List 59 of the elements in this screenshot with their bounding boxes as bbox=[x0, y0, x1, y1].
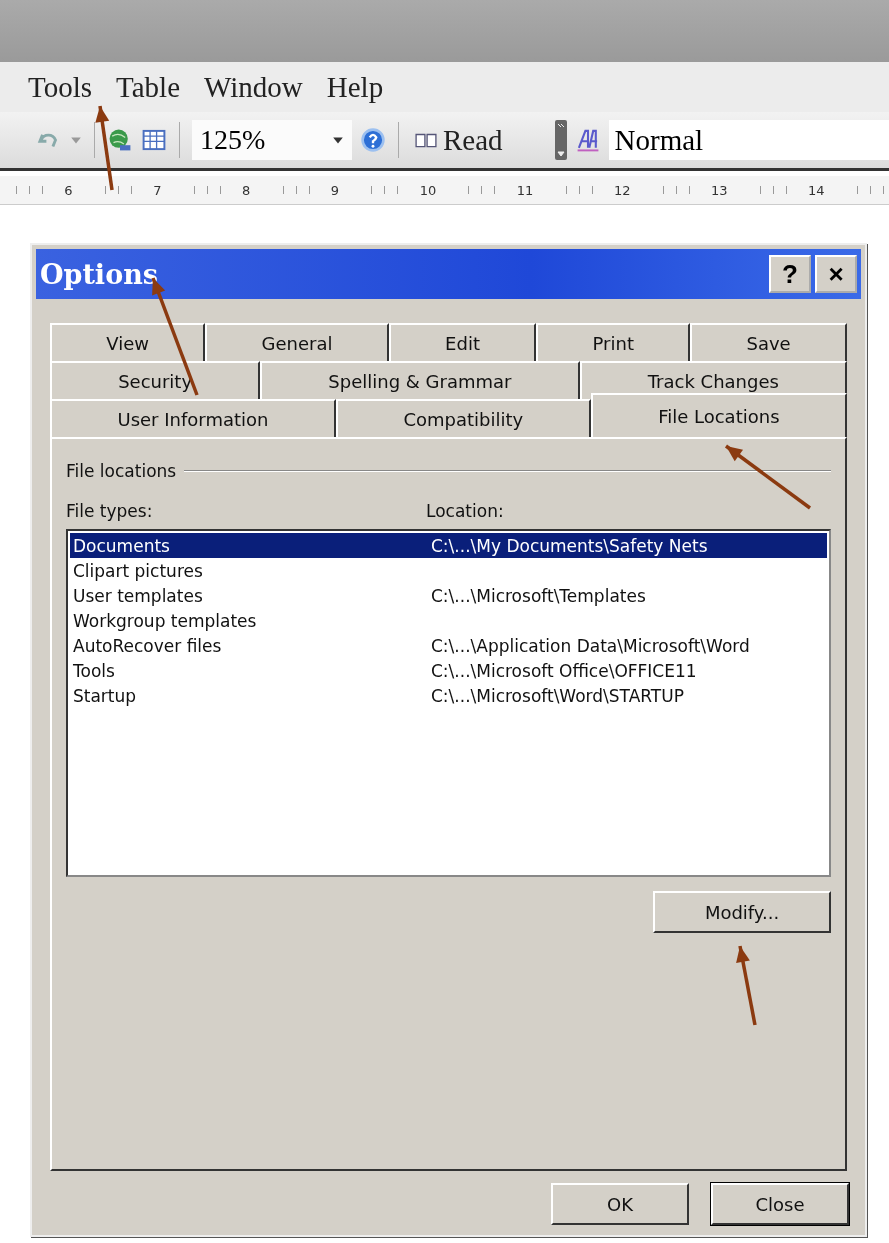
list-row[interactable]: AutoRecover files C:\...\Application Data\Microsoft\Word bbox=[70, 633, 827, 658]
file-location: C:\...\Microsoft\Word\STARTUP bbox=[431, 685, 684, 706]
tab[interactable]: Save bbox=[690, 323, 847, 361]
list-row[interactable]: Clipart pictures bbox=[70, 558, 827, 583]
modify-button[interactable]: Modify... bbox=[653, 891, 831, 933]
tab[interactable]: View bbox=[50, 323, 206, 361]
ruler-number: 7 bbox=[153, 182, 162, 198]
file-type: Workgroup templates bbox=[72, 610, 258, 631]
title-bar-button[interactable]: ? bbox=[769, 255, 811, 293]
window-title: Options bbox=[40, 258, 159, 290]
zoom-dropdown[interactable]: 125% bbox=[192, 120, 352, 160]
list-row[interactable]: Workgroup templates bbox=[70, 608, 827, 633]
read-button[interactable]: Read bbox=[411, 123, 507, 157]
ruler-number: 9 bbox=[330, 182, 340, 198]
title-bar-button[interactable]: × bbox=[815, 255, 857, 293]
file-type: AutoRecover files bbox=[72, 635, 223, 656]
ruler-number: 10 bbox=[419, 182, 437, 198]
file-location: C:\...\Microsoft\Templates bbox=[431, 585, 646, 606]
tab[interactable]: File Locations bbox=[590, 393, 847, 437]
menu-item[interactable]: Tools bbox=[28, 72, 93, 102]
file-type: Tools bbox=[72, 660, 116, 681]
file-type: Documents bbox=[72, 535, 171, 556]
ruler-number: 14 bbox=[808, 182, 825, 198]
table-icon bbox=[141, 127, 167, 153]
ruler-number: 6 bbox=[64, 182, 73, 198]
file-location: C:\...\My Documents\Safety Nets bbox=[431, 535, 708, 556]
column-header: File types: bbox=[66, 501, 154, 521]
file-type: Startup bbox=[72, 685, 138, 706]
tab[interactable]: User Information bbox=[50, 399, 336, 437]
ruler-number: 8 bbox=[241, 182, 251, 198]
tab[interactable]: Edit bbox=[388, 323, 537, 361]
file-type: User templates bbox=[72, 585, 204, 606]
help-icon bbox=[360, 127, 386, 153]
tab[interactable]: Compatibility bbox=[335, 399, 591, 437]
dialog-button[interactable]: OK bbox=[551, 1183, 689, 1225]
list-row[interactable]: User templates C:\...\Microsoft\Templates bbox=[70, 583, 827, 608]
ruler-number: 13 bbox=[711, 182, 728, 198]
tab[interactable]: Spelling & Grammar bbox=[260, 361, 580, 399]
ruler-number: 11 bbox=[516, 182, 534, 198]
file-location: C:\...\Application Data\Microsoft\Word bbox=[431, 635, 750, 656]
globe-icon bbox=[107, 127, 133, 153]
list-row[interactable]: Startup C:\...\Microsoft\Word\STARTUP bbox=[70, 683, 827, 708]
column-header: Location: bbox=[426, 501, 504, 521]
file-location: C:\...\Microsoft Office\OFFICE11 bbox=[431, 660, 697, 681]
ruler-number: 12 bbox=[613, 182, 631, 198]
dialog-button[interactable]: Close bbox=[711, 1183, 849, 1225]
toolbar-grip-icon bbox=[554, 118, 567, 162]
file-type: Clipart pictures bbox=[72, 560, 204, 581]
list-row[interactable]: Tools C:\...\Microsoft Office\OFFICE11 bbox=[70, 658, 827, 683]
tab[interactable]: Security bbox=[50, 361, 261, 399]
style-field[interactable]: Normal bbox=[608, 120, 889, 160]
tab[interactable]: General bbox=[205, 323, 389, 361]
book-icon bbox=[415, 131, 437, 149]
menu-item[interactable]: Help bbox=[326, 72, 384, 102]
list-row[interactable]: Documents C:\...\My Documents\Safety Nets bbox=[70, 533, 827, 558]
group-label: File locations bbox=[66, 461, 177, 481]
tab[interactable]: Print bbox=[536, 323, 691, 361]
menu-item[interactable]: Table bbox=[116, 72, 181, 102]
menu-item[interactable]: Window bbox=[204, 72, 303, 102]
